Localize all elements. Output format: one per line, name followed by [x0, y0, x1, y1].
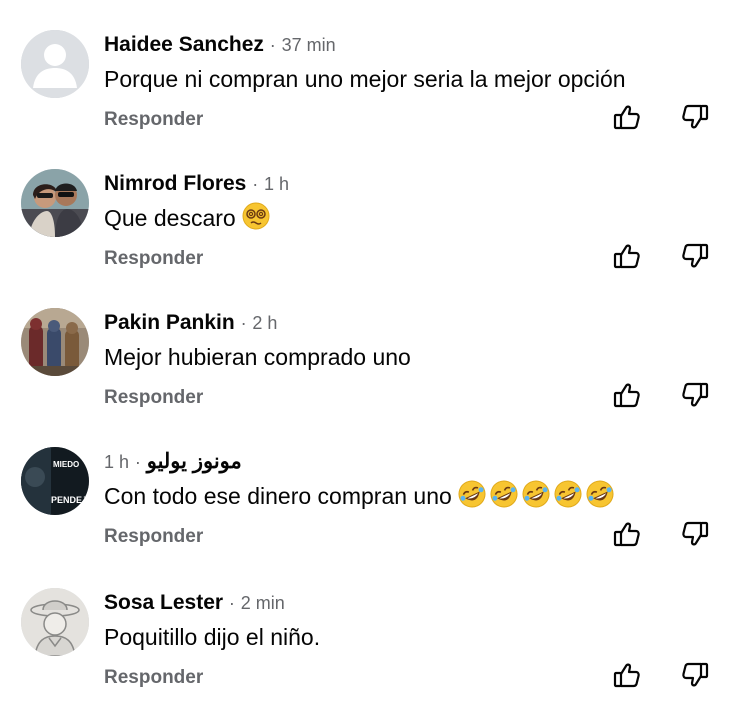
comment-text: Con todo ese dinero compran uno [104, 479, 614, 513]
couple-photo-icon [21, 169, 89, 237]
upvote-button[interactable] [612, 519, 644, 551]
comment: MIEDO PENDEJO. 1 h · مونوز يوليو Con tod… [0, 447, 737, 587]
rofl-emoji-icon [554, 480, 582, 517]
upvote-button[interactable] [612, 660, 644, 692]
author-name[interactable]: مونوز يوليو [147, 450, 242, 473]
comment: Haidee Sanchez · 37 min Porque ni compra… [0, 30, 737, 170]
thumbs-down-icon [682, 662, 709, 687]
comment: Pakin Pankin · 2 h Mejor hubieran compra… [0, 308, 737, 448]
dizzy-face-emoji-icon [242, 202, 270, 239]
author-name[interactable]: Sosa Lester [104, 591, 223, 614]
reply-button[interactable]: Responder [104, 384, 203, 412]
downvote-button[interactable] [680, 102, 712, 134]
reply-button[interactable]: Responder [104, 523, 203, 551]
separator: · [228, 593, 235, 613]
avatar[interactable] [21, 588, 89, 656]
separator: · [134, 452, 141, 472]
separator: · [240, 313, 247, 333]
thumbs-up-icon [613, 663, 640, 688]
thumbs-down-icon [682, 521, 709, 546]
rofl-emoji-icon [586, 480, 614, 517]
author-name[interactable]: Haidee Sanchez [104, 33, 264, 56]
comment: Nimrod Flores · 1 h Que descaro Responde… [0, 169, 737, 309]
thumbs-up-icon [613, 105, 640, 130]
cowboy-sketch-photo-icon [21, 588, 89, 656]
separator: · [269, 35, 276, 55]
reply-button[interactable]: Responder [104, 664, 203, 692]
thumbs-down-icon [682, 382, 709, 407]
avatar[interactable] [21, 169, 89, 237]
comment-text-content: Con todo ese dinero compran uno [104, 483, 452, 509]
superhero-figures-photo-icon [21, 308, 89, 376]
rofl-emoji-icon [490, 480, 518, 517]
default-avatar-icon [21, 30, 89, 98]
reply-button[interactable]: Responder [104, 106, 203, 134]
timestamp[interactable]: 1 h [104, 452, 129, 472]
upvote-button[interactable] [612, 241, 644, 273]
author-name[interactable]: Pakin Pankin [104, 311, 235, 334]
thumbs-down-icon [682, 104, 709, 129]
avatar[interactable]: MIEDO PENDEJO. [21, 447, 89, 515]
timestamp[interactable]: 2 h [252, 313, 277, 333]
comment-text: Poquitillo dijo el niño. [104, 624, 321, 650]
timestamp[interactable]: 2 min [241, 593, 285, 613]
reply-button[interactable]: Responder [104, 245, 203, 273]
comment-header: Haidee Sanchez · 37 min [104, 30, 336, 60]
comment-header: Nimrod Flores · 1 h [104, 169, 289, 199]
comment-header: Sosa Lester · 2 min [104, 588, 285, 618]
thumbs-up-icon [613, 244, 640, 269]
thumbs-up-icon [613, 383, 640, 408]
avatar[interactable] [21, 30, 89, 98]
comment-text: Que descaro [104, 201, 270, 235]
thumbs-up-icon [613, 522, 640, 547]
separator: · [252, 174, 259, 194]
author-name[interactable]: Nimrod Flores [104, 172, 246, 195]
avatar[interactable] [21, 308, 89, 376]
downvote-button[interactable] [680, 519, 712, 551]
rofl-emoji-icon [522, 480, 550, 517]
timestamp[interactable]: 1 h [264, 174, 289, 194]
poster-text-pendejo: PENDEJO. [51, 495, 89, 505]
upvote-button[interactable] [612, 380, 644, 412]
upvote-button[interactable] [612, 102, 644, 134]
comment-text-content: Que descaro [104, 205, 236, 231]
rofl-emoji-icon [458, 480, 486, 517]
comment-text: Mejor hubieran comprado uno [104, 344, 411, 370]
downvote-button[interactable] [680, 660, 712, 692]
poster-text-miedo: MIEDO [53, 460, 79, 469]
downvote-button[interactable] [680, 380, 712, 412]
timestamp[interactable]: 37 min [282, 35, 336, 55]
downvote-button[interactable] [680, 241, 712, 273]
comment-header: 1 h · مونوز يوليو [104, 447, 242, 477]
comment-header: Pakin Pankin · 2 h [104, 308, 277, 338]
poster-photo-icon: MIEDO PENDEJO. [21, 447, 89, 515]
comment: Sosa Lester · 2 min Poquitillo dijo el n… [0, 588, 737, 728]
thumbs-down-icon [682, 243, 709, 268]
comment-text: Porque ni compran uno mejor seria la mej… [104, 66, 626, 92]
